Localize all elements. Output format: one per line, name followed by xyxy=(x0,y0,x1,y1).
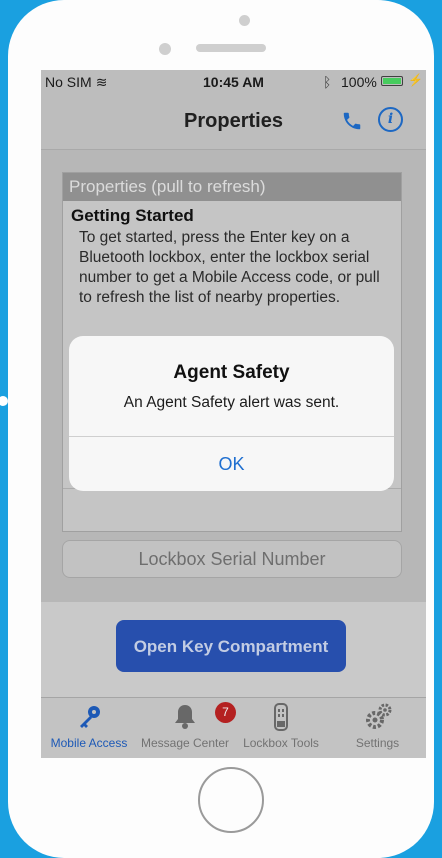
tab-lockbox-tools[interactable]: Lockbox Tools xyxy=(233,698,329,758)
lockbox-serial-input[interactable] xyxy=(62,540,402,578)
battery-percent: 100% xyxy=(341,74,377,90)
front-camera xyxy=(159,43,171,55)
list-item-title: Getting Started xyxy=(71,206,194,225)
page-title: Properties xyxy=(184,110,283,132)
battery-icon xyxy=(381,76,403,86)
list-item-body: To get started, press the Enter key on a… xyxy=(79,229,380,306)
phone-icon[interactable] xyxy=(341,110,363,137)
navigation-bar: Properties i xyxy=(41,92,426,150)
alert-message: An Agent Safety alert was sent. xyxy=(123,394,340,411)
phone-frame: No SIM ≋ 10:45 AM ᛒ 100% ⚡ Properties i P… xyxy=(8,0,434,858)
sensor-dot xyxy=(239,15,250,26)
tab-settings[interactable]: Settings xyxy=(329,698,426,758)
app-screen: No SIM ≋ 10:45 AM ᛒ 100% ⚡ Properties i P… xyxy=(41,70,426,758)
side-dot xyxy=(0,396,8,406)
list-header: Properties (pull to refresh) xyxy=(63,173,401,201)
agent-safety-alert: Agent Safety An Agent Safety alert was s… xyxy=(69,336,394,491)
alert-title: Agent Safety xyxy=(173,362,290,383)
lockbox-icon xyxy=(233,702,329,736)
open-key-compartment-button[interactable]: Open Key Compartment xyxy=(116,620,346,672)
tab-bar: Mobile Access Message Center 7 Lockbox T… xyxy=(41,697,426,758)
info-icon[interactable]: i xyxy=(378,107,403,132)
key-icon xyxy=(41,702,137,736)
gears-icon xyxy=(329,702,426,736)
alert-ok-button[interactable]: OK xyxy=(69,437,394,491)
status-bar: No SIM ≋ 10:45 AM ᛒ 100% ⚡ xyxy=(41,70,426,92)
earpiece-speaker xyxy=(196,44,266,52)
home-button[interactable] xyxy=(198,767,264,833)
charging-icon: ⚡ xyxy=(408,73,423,87)
action-area: Open Key Compartment xyxy=(41,602,426,697)
tab-mobile-access[interactable]: Mobile Access xyxy=(41,698,137,758)
bluetooth-icon: ᛒ xyxy=(323,74,332,90)
